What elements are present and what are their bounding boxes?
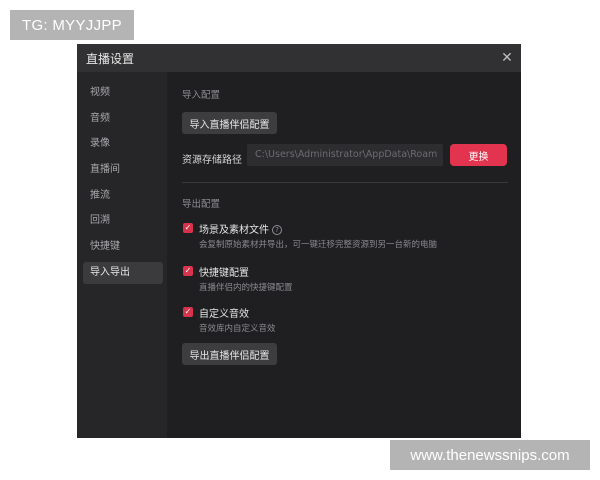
close-icon[interactable]: ✕ (499, 50, 515, 66)
custom-sfx-checkbox[interactable]: ✓ (183, 307, 193, 317)
sidebar-item-live-room[interactable]: 直播间 (83, 159, 163, 181)
section-divider (182, 182, 508, 183)
resource-path-label: 资源存储路径 (182, 155, 242, 166)
hotkey-config-title: 快捷键配置 (199, 268, 249, 279)
info-icon[interactable]: ? (272, 225, 282, 235)
sidebar-item-hotkeys[interactable]: 快捷键 (83, 236, 163, 258)
settings-sidebar: 视频 音频 录像 直播间 推流 回溯 快捷键 导入导出 (77, 72, 167, 438)
watermark-top: TG: MYYJJPP (10, 10, 134, 40)
scene-assets-checkbox[interactable]: ✓ (183, 223, 193, 233)
scene-assets-title: 场景及素材文件? (199, 221, 282, 236)
import-config-button[interactable]: 导入直播伴侣配置 (182, 112, 277, 134)
sidebar-item-video[interactable]: 视频 (83, 82, 163, 104)
hotkey-config-checkbox[interactable]: ✓ (183, 266, 193, 276)
export-config-button[interactable]: 导出直播伴侣配置 (182, 343, 277, 365)
sidebar-item-audio[interactable]: 音频 (83, 108, 163, 130)
scene-assets-desc: 会复制原始素材并导出，可一键迁移完整资源到另一台新的电脑 (199, 240, 438, 250)
scene-assets-label: 场景及素材文件 (199, 225, 269, 236)
sidebar-item-recording[interactable]: 录像 (83, 133, 163, 155)
sidebar-item-stream[interactable]: 推流 (83, 185, 163, 207)
live-settings-dialog: 直播设置 ✕ 视频 音频 录像 直播间 推流 回溯 快捷键 导入导出 导入配置 … (77, 44, 521, 438)
settings-content: 导入配置 导入直播伴侣配置 资源存储路径 更换 导出配置 ✓ 场景及素材文件? … (167, 72, 521, 438)
export-section-label: 导出配置 (182, 199, 221, 210)
custom-sfx-desc: 音效库内自定义音效 (199, 324, 276, 334)
import-section-label: 导入配置 (182, 90, 221, 101)
watermark-bottom: www.thenewssnips.com (390, 440, 590, 470)
custom-sfx-title: 自定义音效 (199, 309, 249, 320)
resource-path-field[interactable] (247, 144, 443, 166)
dialog-title: 直播设置 (86, 51, 135, 66)
sidebar-item-import-export[interactable]: 导入导出 (83, 262, 163, 284)
hotkey-config-desc: 直播伴侣内的快捷键配置 (199, 283, 293, 293)
dialog-titlebar: 直播设置 ✕ (77, 44, 521, 72)
sidebar-item-replay[interactable]: 回溯 (83, 210, 163, 232)
change-path-button[interactable]: 更换 (450, 144, 507, 166)
